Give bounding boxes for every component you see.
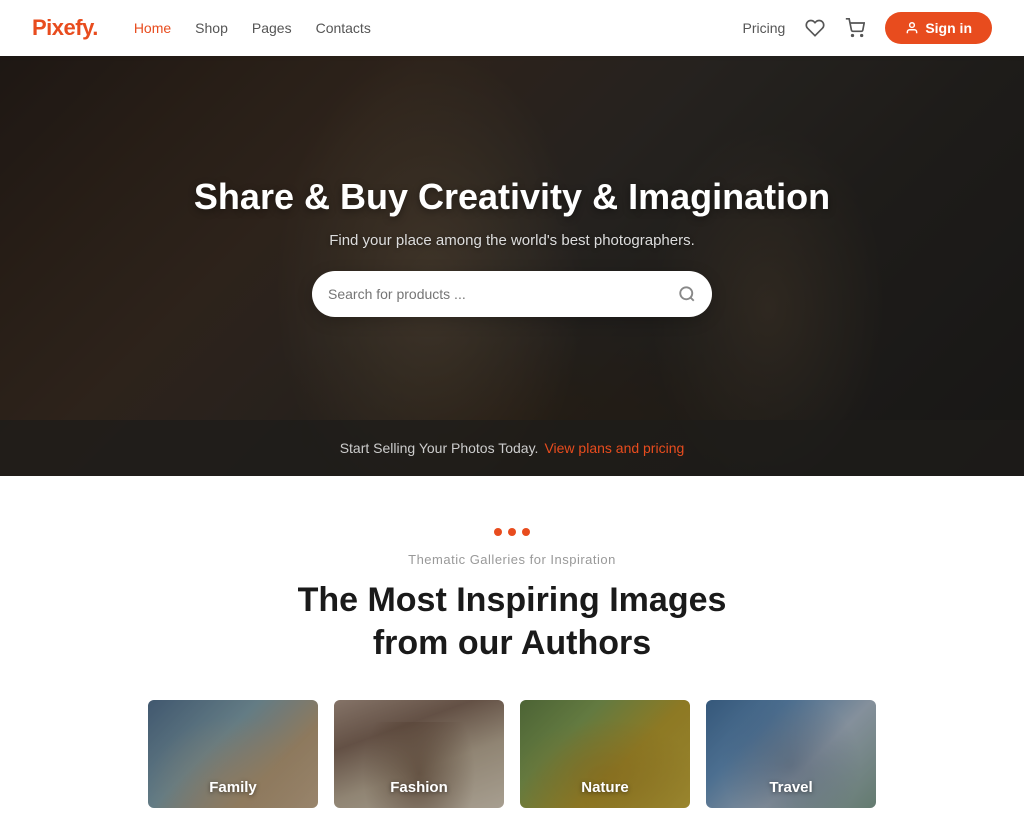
gallery-card-family[interactable]: Family <box>148 700 318 808</box>
nav-item-shop[interactable]: Shop <box>195 16 228 40</box>
search-bar <box>312 271 712 317</box>
user-icon <box>905 21 919 35</box>
gallery-card-nature[interactable]: Nature <box>520 700 690 808</box>
gallery-card-travel[interactable]: Travel <box>706 700 876 808</box>
gallery-card-fashion[interactable]: Fashion <box>334 700 504 808</box>
hero-content: Share & Buy Creativity & Imagination Fin… <box>194 176 830 357</box>
nav-item-contacts[interactable]: Contacts <box>316 16 371 40</box>
section-label: Thematic Galleries for Inspiration <box>80 552 944 567</box>
search-icon <box>678 285 696 303</box>
hero-subtitle: Find your place among the world's best p… <box>329 232 695 249</box>
dot-2 <box>508 528 516 536</box>
card-label-nature: Nature <box>520 779 690 796</box>
hero-section: Share & Buy Creativity & Imagination Fin… <box>0 56 1024 476</box>
galleries-section: Thematic Galleries for Inspiration The M… <box>0 476 1024 840</box>
search-button[interactable] <box>678 285 696 303</box>
hero-cta-link[interactable]: View plans and pricing <box>544 440 684 456</box>
hero-cta-text: Start Selling Your Photos Today. <box>340 440 539 456</box>
pricing-link[interactable]: Pricing <box>743 20 786 36</box>
brand-name: Pixefy <box>32 15 92 40</box>
card-label-travel: Travel <box>706 779 876 796</box>
hero-title: Share & Buy Creativity & Imagination <box>194 176 830 218</box>
navbar-right: Pricing Sign in <box>743 12 992 44</box>
brand-logo[interactable]: Pixefy. <box>32 15 98 41</box>
dot-3 <box>522 528 530 536</box>
dot-1 <box>494 528 502 536</box>
brand-dot: . <box>92 15 98 40</box>
card-label-fashion: Fashion <box>334 779 504 796</box>
card-label-family: Family <box>148 779 318 796</box>
decorative-dots <box>80 528 944 536</box>
cart-icon[interactable] <box>845 18 865 38</box>
signin-label: Sign in <box>925 20 972 36</box>
nav-item-pages[interactable]: Pages <box>252 16 292 40</box>
search-input[interactable] <box>328 286 678 302</box>
hero-bottom-bar: Start Selling Your Photos Today. View pl… <box>0 420 1024 476</box>
nav-item-home[interactable]: Home <box>134 16 171 40</box>
wishlist-icon[interactable] <box>805 18 825 38</box>
nav-links: Home Shop Pages Contacts <box>134 16 743 40</box>
signin-button[interactable]: Sign in <box>885 12 992 44</box>
gallery-grid: Family Fashion Nature Travel <box>80 700 944 808</box>
section-title: The Most Inspiring Imagesfrom our Author… <box>80 579 944 664</box>
navbar: Pixefy. Home Shop Pages Contacts Pricing… <box>0 0 1024 56</box>
